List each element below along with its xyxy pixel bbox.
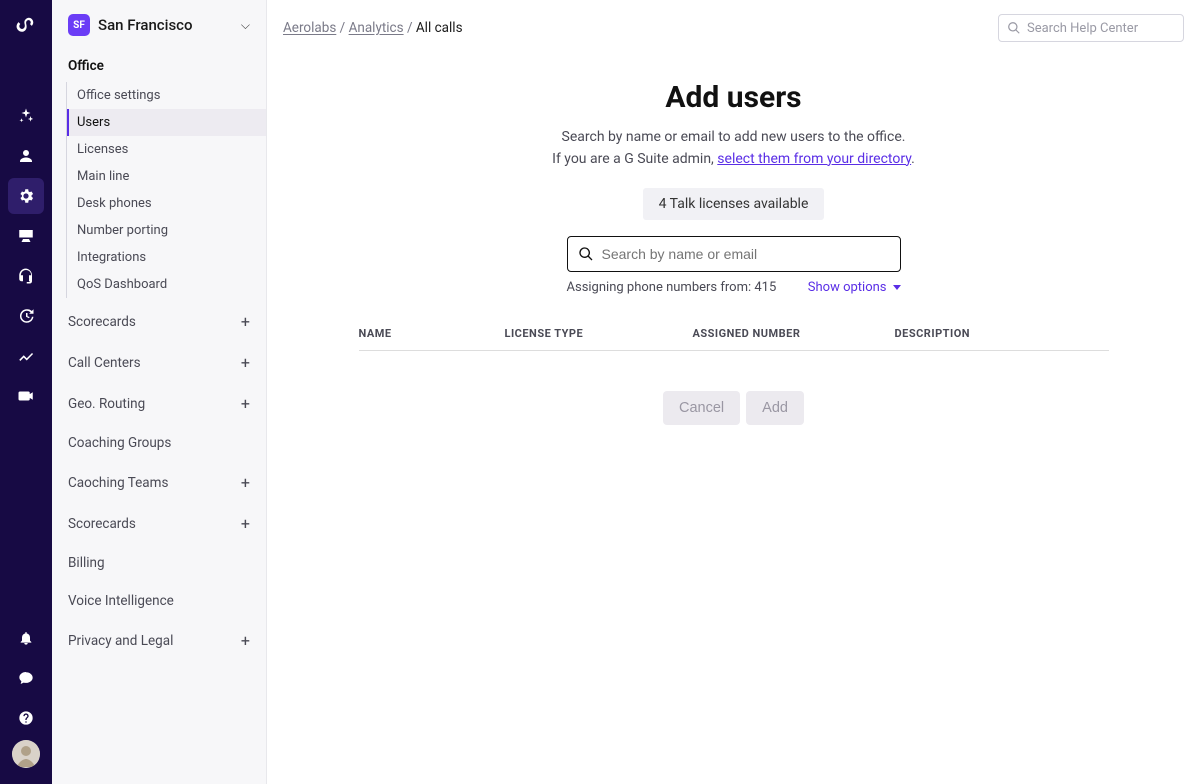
user-search-input[interactable]: [602, 246, 890, 262]
page-sub2-tail: .: [911, 151, 915, 167]
section-label: Call Centers: [68, 355, 141, 371]
users-table-header: NAME LICENSE TYPE ASSIGNED NUMBER DESCRI…: [359, 327, 1109, 351]
plus-icon: +: [241, 394, 250, 413]
page-sub2-pre: If you are a G Suite admin,: [552, 151, 717, 167]
section-office-label: Office: [68, 58, 104, 74]
sidebar-item-number-porting[interactable]: Number porting: [67, 217, 266, 244]
plus-icon: +: [241, 353, 250, 372]
sidebar-item-main-line[interactable]: Main line: [67, 163, 266, 190]
select-directory-link[interactable]: select them from your directory: [717, 151, 911, 167]
section-label: Geo. Routing: [68, 396, 145, 412]
plus-icon: +: [241, 312, 250, 331]
crumb-current: All calls: [416, 20, 463, 36]
section-office[interactable]: Office: [52, 50, 266, 82]
chevron-down-icon: ⌵: [241, 18, 250, 33]
section-coaching-groups[interactable]: Coaching Groups: [52, 427, 266, 459]
crumb-analytics[interactable]: Analytics: [349, 20, 404, 36]
nav-history[interactable]: [8, 298, 44, 334]
section-call-centers[interactable]: Call Centers +: [52, 345, 266, 380]
nav-sparkle[interactable]: [8, 98, 44, 134]
col-assigned-number: ASSIGNED NUMBER: [693, 327, 895, 340]
section-label: Caoching Teams: [68, 475, 168, 491]
section-label: Scorecards: [68, 314, 136, 330]
office-badge: SF: [68, 14, 90, 36]
crumb-aerolabs[interactable]: Aerolabs: [283, 20, 336, 36]
plus-icon: +: [241, 514, 250, 533]
sidebar-item-desk-phones[interactable]: Desk phones: [67, 190, 266, 217]
nav-help[interactable]: [8, 700, 44, 736]
sidebar-item-users[interactable]: Users: [67, 109, 266, 136]
sidebar-item-office-settings[interactable]: Office settings: [67, 82, 266, 109]
section-label: Scorecards: [68, 516, 136, 532]
nav-person[interactable]: [8, 138, 44, 174]
breadcrumb: Aerolabs / Analytics / All calls: [283, 20, 990, 36]
page-sub2: If you are a G Suite admin, select them …: [267, 149, 1200, 171]
cancel-button[interactable]: Cancel: [663, 391, 740, 425]
sidebar-item-qos-dashboard[interactable]: QoS Dashboard: [67, 271, 266, 298]
avatar[interactable]: [12, 740, 40, 768]
nav-chat[interactable]: [8, 660, 44, 696]
section-geo-routing[interactable]: Geo. Routing +: [52, 386, 266, 421]
col-license: LICENSE TYPE: [505, 327, 693, 340]
plus-icon: +: [241, 473, 250, 492]
show-options-link[interactable]: Show options: [808, 280, 901, 295]
caret-down-icon: [893, 285, 901, 290]
page-sub1: Search by name or email to add new users…: [267, 127, 1200, 149]
nav-present[interactable]: [8, 218, 44, 254]
nav-gear[interactable]: [8, 178, 44, 214]
section-coaching-teams[interactable]: Caoching Teams +: [52, 465, 266, 500]
section-label: Billing: [68, 555, 105, 571]
section-voice-intel[interactable]: Voice Intelligence: [52, 585, 266, 617]
section-label: Voice Intelligence: [68, 593, 174, 609]
sidebar-item-licenses[interactable]: Licenses: [67, 136, 266, 163]
help-search-placeholder: Search Help Center: [1027, 21, 1138, 36]
plus-icon: +: [241, 631, 250, 650]
section-label: Privacy and Legal: [68, 633, 173, 649]
section-scorecards-2[interactable]: Scorecards +: [52, 506, 266, 541]
office-switcher[interactable]: SF San Francisco ⌵: [52, 0, 266, 50]
sidebar-item-integrations[interactable]: Integrations: [67, 244, 266, 271]
col-name: NAME: [359, 327, 505, 340]
help-search[interactable]: Search Help Center: [998, 14, 1184, 42]
nav-trend[interactable]: [8, 338, 44, 374]
license-pill: 4 Talk licenses available: [643, 188, 825, 220]
nav-headset[interactable]: [8, 258, 44, 294]
logo: [14, 14, 38, 38]
assign-from-label: Assigning phone numbers from: 415: [567, 280, 777, 295]
page-title: Add users: [267, 80, 1200, 115]
col-description: DESCRIPTION: [895, 327, 1109, 340]
search-icon: [1007, 21, 1021, 35]
section-billing[interactable]: Billing: [52, 547, 266, 579]
nav-video[interactable]: [8, 378, 44, 414]
section-scorecards[interactable]: Scorecards +: [52, 304, 266, 339]
section-privacy[interactable]: Privacy and Legal +: [52, 623, 266, 658]
nav-bell[interactable]: [8, 620, 44, 656]
user-search-wrap[interactable]: [567, 236, 901, 272]
add-button[interactable]: Add: [746, 391, 804, 425]
office-name: San Francisco: [98, 16, 233, 34]
section-label: Coaching Groups: [68, 435, 171, 451]
search-icon: [578, 246, 594, 262]
show-options-label: Show options: [808, 280, 887, 295]
